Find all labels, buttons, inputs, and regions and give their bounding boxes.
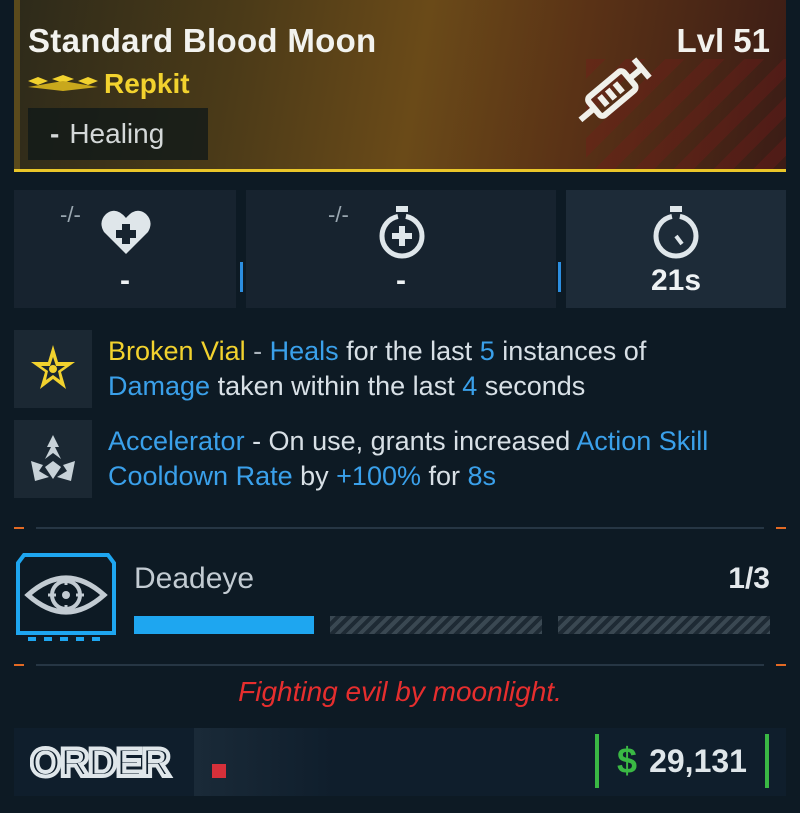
star-burst-icon bbox=[31, 345, 75, 389]
item-type: Repkit bbox=[104, 68, 190, 99]
stat-duration: -/- - bbox=[246, 190, 556, 308]
stat-heal: -/- - bbox=[14, 190, 236, 308]
price-box: $ 29,131 bbox=[595, 734, 769, 788]
category-tag-dash: - bbox=[50, 118, 60, 149]
item-footer: ORDER $ 29,131 bbox=[14, 728, 786, 796]
perk-number: 4 bbox=[462, 371, 478, 401]
perk-broken-vial: Broken Vial - Heals for the last 5 insta… bbox=[14, 330, 786, 408]
rarity-row: Repkit bbox=[28, 68, 190, 100]
perk-text-part: by bbox=[292, 461, 337, 491]
perk-text-part: taken within the last bbox=[210, 371, 463, 401]
perk-name: Broken Vial bbox=[108, 336, 246, 366]
brand-text: ORDER bbox=[30, 742, 171, 782]
eye-target-icon bbox=[16, 553, 116, 641]
item-card: Standard Blood Moon Lvl 51 Repkit - Heal… bbox=[0, 0, 800, 813]
augment-name: Deadeye bbox=[134, 562, 255, 595]
perk-text-part: for bbox=[420, 461, 468, 491]
manufacturer-logo: ORDER bbox=[30, 742, 226, 782]
section-divider bbox=[14, 527, 786, 529]
item-price: 29,131 bbox=[649, 742, 747, 779]
perk-keyword: Heals bbox=[269, 336, 339, 366]
perk-description: Broken Vial - Heals for the last 5 insta… bbox=[108, 330, 646, 408]
perk-name: Accelerator bbox=[108, 426, 245, 456]
augment-progress-segment-2 bbox=[330, 616, 542, 634]
perk-number: 8s bbox=[467, 461, 497, 491]
perk-number: +100% bbox=[336, 461, 421, 491]
item-name: Standard Blood Moon bbox=[28, 22, 377, 59]
perk-icon-frame bbox=[14, 420, 92, 498]
flame-leaf-icon bbox=[31, 435, 75, 481]
stat-duration-badge: -/- bbox=[328, 202, 349, 227]
perk-separator: - bbox=[245, 336, 270, 366]
item-header: Standard Blood Moon Lvl 51 Repkit - Heal… bbox=[14, 0, 786, 172]
heart-plus-icon bbox=[101, 210, 151, 254]
stopwatch-plus-icon bbox=[379, 206, 425, 259]
category-tag-label: Healing bbox=[69, 118, 165, 149]
augment-progress-segment-1 bbox=[134, 616, 314, 634]
rarity-chevrons-icon bbox=[28, 75, 98, 91]
stat-divider bbox=[558, 262, 561, 292]
perk-text-part: seconds bbox=[477, 371, 586, 401]
augment-progress-segment-3 bbox=[558, 616, 770, 634]
stat-divider bbox=[240, 262, 243, 292]
category-tag: - Healing bbox=[28, 108, 208, 160]
perk-icon-frame bbox=[14, 330, 92, 408]
stat-heal-value: - bbox=[120, 264, 130, 297]
flavor-text: Fighting evil by moonlight. bbox=[238, 676, 562, 707]
syringe-icon bbox=[578, 57, 652, 123]
stat-cooldown: 21s bbox=[566, 190, 786, 308]
perk-accelerator: Accelerator - On use, grants increased A… bbox=[14, 420, 786, 498]
stat-duration-value: - bbox=[396, 264, 406, 297]
stopwatch-icon bbox=[653, 206, 699, 259]
stat-heal-badge: -/- bbox=[60, 202, 81, 227]
section-divider bbox=[14, 664, 786, 666]
perk-text-part: instances of bbox=[494, 336, 647, 366]
perk-text-part: for the last bbox=[338, 336, 480, 366]
item-level: Lvl 51 bbox=[676, 22, 770, 59]
perk-keyword: Damage bbox=[108, 371, 211, 401]
currency-icon: $ bbox=[617, 740, 638, 781]
perk-number: 5 bbox=[479, 336, 495, 366]
perk-separator: - On use, grants increased bbox=[244, 426, 577, 456]
augment-count: 1/3 bbox=[728, 562, 770, 595]
perk-description: Accelerator - On use, grants increased A… bbox=[108, 420, 786, 498]
stat-cooldown-value: 21s bbox=[650, 264, 702, 297]
